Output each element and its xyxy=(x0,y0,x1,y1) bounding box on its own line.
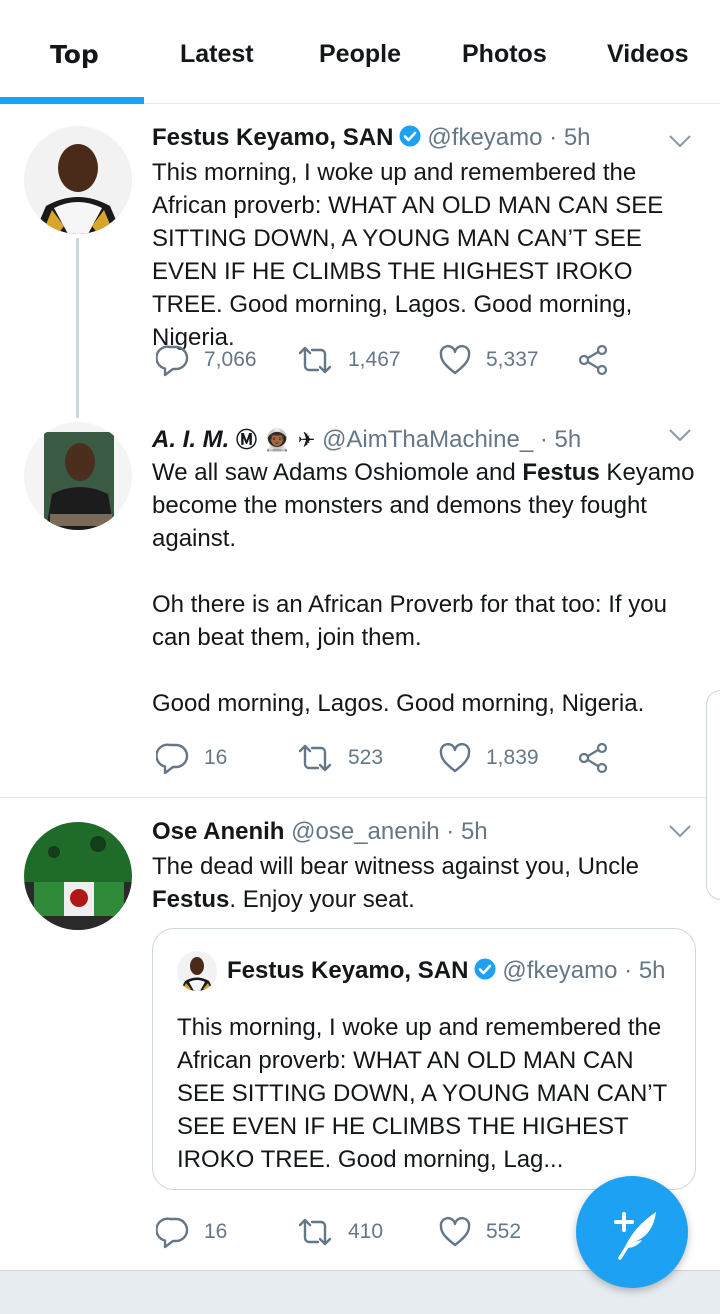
retweet-button[interactable]: 410 xyxy=(296,1212,383,1252)
tweet-paragraph: We all saw Adams Oshiomole and Festus Ke… xyxy=(152,456,700,555)
tweet-card[interactable]: A. I. M. Ⓜ 👨🏾‍🚀 ✈ @AimThaMachine_ · 5h W… xyxy=(0,404,720,798)
quoted-author-name: Festus Keyamo, SAN xyxy=(227,957,469,984)
quoted-tweet[interactable]: Festus Keyamo, SAN @fkeyamo · 5h This mor… xyxy=(152,928,696,1190)
tab-top[interactable]: Top xyxy=(50,40,99,69)
retweet-icon xyxy=(298,744,332,772)
retweet-count: 1,467 xyxy=(348,348,401,371)
retweet-icon xyxy=(298,1218,332,1246)
author-name[interactable]: A. I. M. xyxy=(152,426,229,453)
retweet-count: 410 xyxy=(348,1220,384,1243)
verified-badge-icon xyxy=(399,125,421,154)
verified-badge-icon xyxy=(474,958,496,987)
tweet-header: Ose Anenih @ose_anenih · 5h xyxy=(152,818,488,846)
thread-line xyxy=(76,238,79,418)
reply-count: 7,066 xyxy=(204,348,257,371)
reply-icon xyxy=(156,1217,189,1249)
tweet-text: We all saw Adams Oshiomole and Festus Ke… xyxy=(152,456,700,720)
like-button[interactable]: 1,839 xyxy=(438,738,539,778)
tab-people[interactable]: People xyxy=(319,40,401,69)
heart-icon xyxy=(439,1216,471,1247)
share-button[interactable] xyxy=(578,340,610,380)
reply-count: 16 xyxy=(204,1220,228,1243)
author-handle[interactable]: @fkeyamo xyxy=(427,124,542,151)
heart-icon xyxy=(439,742,471,773)
search-tabs: Top Latest People Photos Videos xyxy=(0,0,720,104)
tweet-header: A. I. M. Ⓜ 👨🏾‍🚀 ✈ @AimThaMachine_ · 5h xyxy=(152,424,581,454)
retweet-count: 523 xyxy=(348,746,384,769)
quoted-tweet-text: This morning, I woke up and remembered t… xyxy=(177,1014,667,1173)
text-run: The dead will bear witness against you, … xyxy=(152,853,639,880)
tweet-card[interactable]: Festus Keyamo, SAN @fkeyamo · 5h This mor… xyxy=(0,104,720,418)
highlighted-term: Festus xyxy=(152,886,230,913)
tab-videos[interactable]: Videos xyxy=(607,40,689,69)
compose-feather-icon xyxy=(614,1212,656,1260)
reply-icon xyxy=(156,743,189,775)
tab-photos[interactable]: Photos xyxy=(462,40,547,69)
avatar[interactable] xyxy=(24,422,132,530)
reply-count: 16 xyxy=(204,746,228,769)
reply-icon xyxy=(156,345,189,377)
name-emoji-symbols: Ⓜ 👨🏾‍🚀 ✈ xyxy=(236,428,316,452)
author-handle[interactable]: @ose_anenih xyxy=(291,818,439,845)
share-icon xyxy=(578,344,608,376)
tweet-time: · 5h xyxy=(539,426,582,453)
tweet-actions: 16 523 1,839 xyxy=(152,738,632,778)
tab-latest[interactable]: Latest xyxy=(180,40,254,69)
chevron-down-icon[interactable] xyxy=(668,428,692,442)
tweet-actions: 16 410 552 xyxy=(152,1212,632,1252)
side-scroll-handle[interactable] xyxy=(706,690,720,900)
retweet-icon xyxy=(298,346,332,374)
compose-tweet-button[interactable] xyxy=(576,1176,688,1288)
tweet-paragraph: Oh there is an African Proverb for that … xyxy=(152,591,667,651)
reply-button[interactable]: 16 xyxy=(156,1212,227,1252)
reply-button[interactable]: 7,066 xyxy=(156,340,257,380)
active-tab-indicator xyxy=(0,97,144,104)
text-run: We all saw Adams Oshiomole and xyxy=(152,459,523,486)
retweet-button[interactable]: 1,467 xyxy=(296,340,401,380)
like-count: 5,337 xyxy=(486,348,539,371)
highlighted-term: Festus xyxy=(522,459,600,486)
like-count: 1,839 xyxy=(486,746,539,769)
like-count: 552 xyxy=(486,1220,522,1243)
share-icon xyxy=(578,742,608,774)
author-name[interactable]: Festus Keyamo, SAN xyxy=(152,124,393,151)
chevron-down-icon[interactable] xyxy=(668,824,692,838)
quoted-author-handle: @fkeyamo xyxy=(502,957,618,984)
reply-button[interactable]: 16 xyxy=(156,738,227,778)
like-button[interactable]: 5,337 xyxy=(438,340,539,380)
avatar[interactable] xyxy=(24,822,132,930)
retweet-button[interactable]: 523 xyxy=(296,738,383,778)
tweet-text: This morning, I woke up and remembered t… xyxy=(152,159,664,351)
quoted-avatar xyxy=(177,951,217,991)
chevron-down-icon[interactable] xyxy=(668,134,692,148)
heart-icon xyxy=(439,344,471,375)
quoted-tweet-header: Festus Keyamo, SAN @fkeyamo · 5h xyxy=(227,957,666,987)
tweet-text: The dead will bear witness against you, … xyxy=(152,850,700,916)
text-run: . Enjoy your seat. xyxy=(229,886,415,913)
like-button[interactable]: 552 xyxy=(438,1212,521,1252)
tweet-actions: 7,066 1,467 5,337 xyxy=(152,340,632,380)
author-handle[interactable]: @AimThaMachine_ xyxy=(322,426,533,453)
tweet-header: Festus Keyamo, SAN @fkeyamo · 5h xyxy=(152,124,591,154)
tweet-time: · 5h xyxy=(549,124,591,151)
avatar[interactable] xyxy=(24,126,132,234)
author-name[interactable]: Ose Anenih xyxy=(152,818,284,845)
tweet-paragraph: Good morning, Lagos. Good morning, Niger… xyxy=(152,690,645,717)
share-button[interactable] xyxy=(578,738,610,778)
tweet-time: · 5h xyxy=(446,818,488,845)
quoted-tweet-time: · 5h xyxy=(624,957,666,984)
